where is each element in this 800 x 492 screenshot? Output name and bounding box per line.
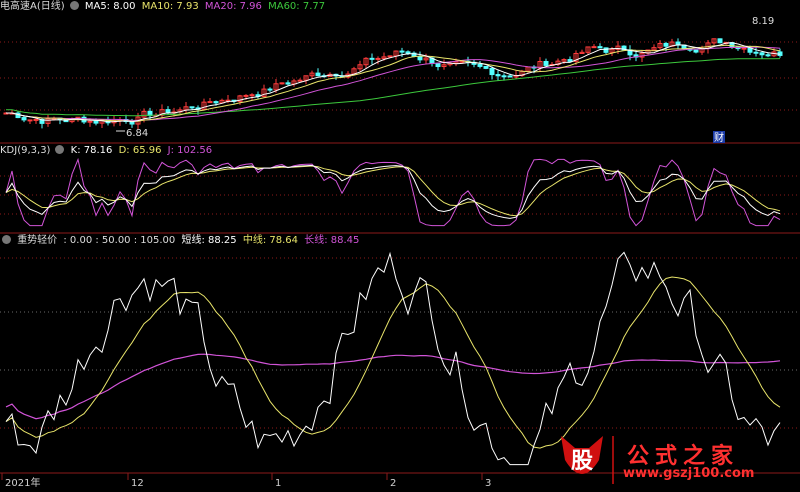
x-tick-label: 3 [485,478,491,489]
watermark: 股 公式之家 www.gszj100.com [555,432,800,489]
ma20-line [6,46,781,121]
d-line [5,165,781,217]
candle-body [213,101,219,104]
candle-body [279,82,285,85]
candle-body [477,63,483,67]
indicator-title: 重势轻价 [17,235,58,246]
candle-body [435,62,441,68]
candle-body [489,67,495,76]
high-price-label: 8.19 [752,16,774,27]
candle-body [243,94,249,97]
stock-title: 电高速A(日线) [0,1,65,12]
ma60-line [6,58,781,117]
candle-body [417,55,423,61]
kdj-lines [5,157,781,227]
candle-body [33,118,39,121]
x-tick-label: 2 [390,478,396,489]
ma5-label: MA5: 8.00 [84,1,136,12]
candle-body [165,109,171,113]
long-line [5,353,781,420]
gear-icon[interactable] [69,1,79,10]
candle-body [717,38,723,44]
candle-body [591,46,597,49]
j-label: J: 102.56 [167,145,213,156]
candle-body [759,52,765,56]
candle-body [399,50,405,53]
candle-body [603,47,609,53]
j-line [5,157,781,227]
k-label: K: 78.16 [70,145,113,156]
gear-icon[interactable] [2,235,11,244]
d-label: D: 65.96 [118,145,162,156]
candle-body [543,60,549,66]
ma20-label: MA20: 7.96 [204,1,262,12]
candle-body [501,75,507,78]
indicator-levels: : 0.00 : 50.00 : 105.00 [63,235,176,246]
candle-body [567,59,573,62]
k-line [5,164,781,219]
candle-body [249,94,255,97]
candle-body [207,101,213,104]
candle-body [267,88,273,91]
candle-body [765,54,771,57]
watermark-char: 股 [571,449,593,474]
price-labels: 6.84 8.19 财 [116,16,774,144]
panel2-header: KDJ(9,3,3) K: 78.16 D: 65.96 J: 102.56 [0,144,215,158]
candle-body [741,47,747,50]
candle-body [483,65,489,69]
candle-body [747,47,753,53]
candle-body [693,49,699,53]
panel3-header: 重势轻价 : 0.00 : 50.00 : 105.00 短线: 88.25 中… [0,234,362,248]
x-tick-label: 1 [275,478,281,489]
candle-body [21,117,27,121]
panel1-header: 电高速A(日线) MA5: 8.00 MA10: 7.93 MA20: 7.96… [0,0,328,14]
watermark-url: www.gszj100.com [623,466,755,481]
candle-body [663,42,669,47]
x-tick-label: 2021年 [5,476,40,489]
x-axis: 2021年 12 1 2 3 [1,473,491,489]
candle-body [285,82,291,85]
long-label: 长线: 88.45 [304,235,360,246]
candle-body [753,51,759,54]
low-price-label: 6.84 [126,128,148,139]
ma60-label: MA60: 7.77 [268,1,326,12]
candle-body [297,79,303,82]
candle-body [495,74,501,77]
kdj-title: KDJ(9,3,3) [0,145,51,156]
ma10-label: MA10: 7.93 [141,1,199,12]
candle-body [369,57,375,60]
candle-body [507,75,513,78]
event-label: 财 [714,131,724,144]
candle-body [189,106,195,109]
candle-body [405,51,411,54]
gear-icon[interactable] [55,145,65,154]
mid-label: 中线: 78.64 [242,235,299,246]
candle-body [597,46,603,49]
x-tick-label: 12 [131,478,144,489]
grid-lines [0,41,800,474]
candle-body [27,119,33,122]
candle-body [87,120,93,123]
candle-body [93,120,99,124]
candle-body [315,72,321,77]
short-label: 短线: 88.25 [181,235,237,246]
candle-body [375,57,381,60]
